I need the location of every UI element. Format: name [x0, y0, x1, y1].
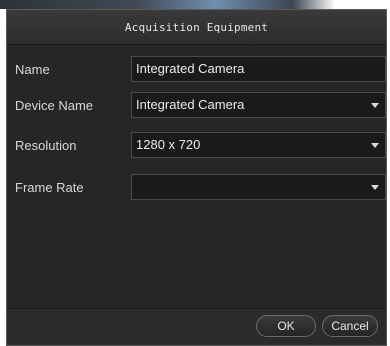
name-row: Name Integrated Camera [7, 56, 386, 84]
ok-button[interactable]: OK [256, 315, 316, 337]
device-name-select[interactable]: Integrated Camera [131, 92, 386, 118]
resolution-select[interactable]: 1280 x 720 [131, 132, 386, 158]
name-input[interactable]: Integrated Camera [131, 56, 386, 82]
chevron-down-icon[interactable] [371, 103, 379, 108]
cancel-button[interactable]: Cancel [322, 315, 378, 337]
device-name-label: Device Name [15, 98, 94, 113]
chevron-down-icon[interactable] [371, 185, 379, 190]
name-label: Name [15, 62, 50, 77]
device-name-value: Integrated Camera [136, 97, 245, 112]
chevron-down-icon[interactable] [371, 143, 379, 148]
dialog-footer: OK Cancel [7, 308, 386, 345]
frame-rate-label: Frame Rate [15, 180, 84, 195]
acquisition-equipment-dialog: Acquisition Equipment Name Integrated Ca… [6, 9, 387, 346]
dialog-titlebar[interactable]: Acquisition Equipment [7, 10, 386, 45]
device-name-row: Device Name Integrated Camera [7, 92, 386, 120]
frame-rate-row: Frame Rate [7, 174, 386, 202]
dialog-title: Acquisition Equipment [124, 20, 269, 34]
app-window: Acquisition Equipment Name Integrated Ca… [0, 0, 390, 346]
resolution-row: Resolution 1280 x 720 [7, 132, 386, 160]
resolution-label: Resolution [15, 138, 77, 153]
background-window-strip [0, 0, 390, 9]
frame-rate-select[interactable] [131, 174, 386, 200]
resolution-value: 1280 x 720 [136, 137, 201, 152]
